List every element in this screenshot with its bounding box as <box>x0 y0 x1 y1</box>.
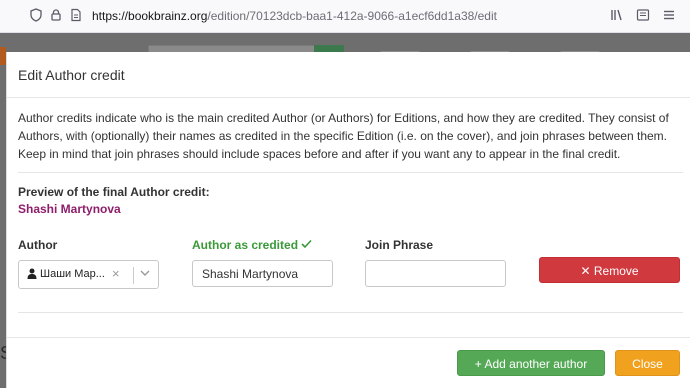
preview-value: Shashi Martynova <box>18 202 121 216</box>
browser-toolbar: https://bookbrainz.org/edition/70123dcb-… <box>0 0 690 33</box>
add-button-label: Add another author <box>484 357 588 371</box>
page-icon[interactable] <box>68 8 84 24</box>
author-as-credited-input[interactable]: Shashi Martynova <box>192 260 333 287</box>
join-phrase-label: Join Phrase <box>365 238 434 252</box>
url-path: /edition/70123dcb-baa1-412a-9066-a1ecf6d… <box>207 9 497 23</box>
preview-label: Preview of the final Author credit: <box>18 185 210 199</box>
reader-icon[interactable] <box>636 8 650 25</box>
menu-icon[interactable] <box>662 8 676 25</box>
lock-icon[interactable] <box>48 8 64 24</box>
url-host: https://bookbrainz.org <box>92 9 208 23</box>
author-select-value: Шаши Мар... <box>40 268 105 280</box>
author-column-label: Author <box>18 238 58 252</box>
remove-button-label: Remove <box>593 264 639 278</box>
modal-header: Edit Author credit <box>7 52 690 98</box>
divider <box>18 312 683 313</box>
check-icon <box>301 238 312 252</box>
clear-icon[interactable]: × <box>112 266 120 281</box>
remove-button[interactable]: ✕ Remove <box>539 257 680 283</box>
author-as-credited-label: Author as credited <box>192 238 312 252</box>
modal-title: Edit Author credit <box>18 67 125 83</box>
select-separator <box>133 267 134 284</box>
author-as-credited-text: Author as credited <box>192 238 299 252</box>
divider <box>18 172 683 173</box>
close-button[interactable]: Close <box>615 350 680 376</box>
join-phrase-input[interactable] <box>365 260 506 287</box>
library-icon[interactable] <box>610 8 624 25</box>
add-another-author-button[interactable]: + Add another author <box>457 350 605 376</box>
intro-text: Author credits indicate who is the main … <box>18 111 669 161</box>
plus-icon: + <box>474 357 482 371</box>
person-icon <box>27 268 37 282</box>
edit-author-credit-modal: Edit Author credit Author credits indica… <box>6 52 690 388</box>
modal-footer-divider <box>7 337 690 338</box>
chevron-down-icon[interactable] <box>139 267 151 282</box>
url-field[interactable]: https://bookbrainz.org/edition/70123dcb-… <box>92 9 497 23</box>
author-select[interactable]: Шаши Мар... × <box>18 260 159 289</box>
times-icon: ✕ <box>580 264 591 278</box>
shield-icon[interactable] <box>28 8 44 24</box>
